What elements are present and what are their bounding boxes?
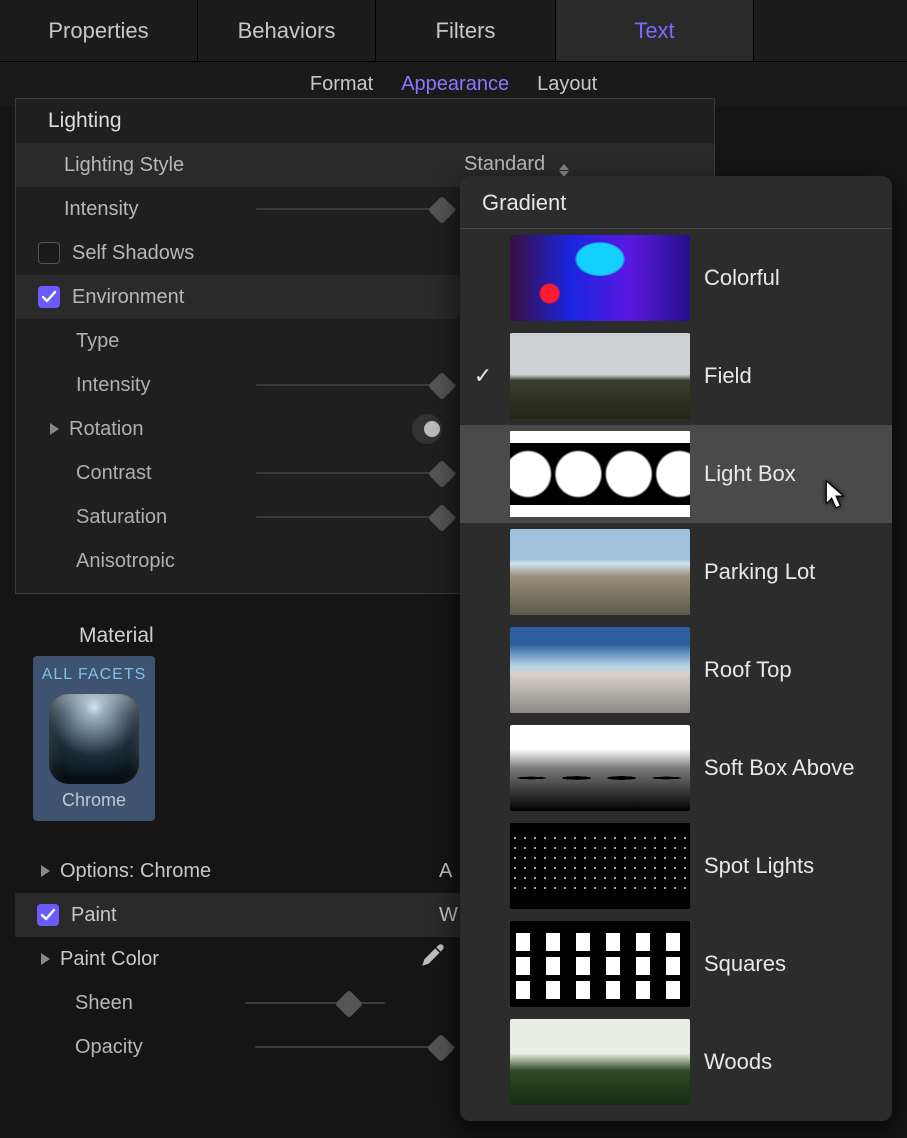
lighting-header: Lighting [16, 99, 714, 143]
env-thumbnail [510, 725, 690, 811]
disclosure-right-icon [41, 865, 50, 877]
top-tabs: Properties Behaviors Filters Text [0, 0, 907, 62]
env-intensity-slider[interactable] [256, 375, 456, 395]
paint-value: W [439, 904, 458, 927]
disclosure-right-icon [41, 953, 50, 965]
subtab-appearance[interactable]: Appearance [401, 73, 509, 96]
env-option-label: Parking Lot [704, 559, 872, 585]
env-thumbnail [510, 1019, 690, 1105]
env-thumbnail [510, 333, 690, 419]
all-facets-label: ALL FACETS [33, 662, 155, 690]
env-option-label: Woods [704, 1049, 872, 1075]
env-thumbnail [510, 921, 690, 1007]
popover-title: Gradient [460, 176, 892, 229]
popover-list: Colorful ✓ Field Light Box Parking Lot Roof T… [460, 229, 892, 1111]
env-option-spot-lights[interactable]: Spot Lights [460, 817, 892, 915]
env-thumbnail [510, 529, 690, 615]
env-option-soft-box-above[interactable]: Soft Box Above [460, 719, 892, 817]
environment-checkbox[interactable] [38, 286, 60, 308]
tab-text[interactable]: Text [556, 0, 754, 61]
material-thumbnail[interactable] [49, 694, 139, 784]
tab-properties[interactable]: Properties [0, 0, 198, 61]
env-thumbnail [510, 823, 690, 909]
env-option-label: Field [704, 363, 872, 389]
checkmark-icon: ✓ [470, 363, 496, 389]
options-value: A [439, 860, 452, 883]
subtab-layout[interactable]: Layout [537, 73, 597, 96]
facet-card[interactable]: ALL FACETS Chrome [33, 656, 155, 821]
env-thumbnail [510, 431, 690, 517]
lighting-style-value[interactable]: Standard [464, 153, 569, 177]
env-saturation-slider[interactable] [256, 507, 456, 527]
env-option-colorful[interactable]: Colorful [460, 229, 892, 327]
disclosure-right-icon [50, 423, 59, 435]
opacity-slider[interactable] [255, 1037, 455, 1057]
subtab-format[interactable]: Format [310, 73, 373, 96]
rotation-dial[interactable] [412, 414, 442, 444]
env-thumbnail [510, 235, 690, 321]
env-option-woods[interactable]: Woods [460, 1013, 892, 1111]
self-shadows-checkbox[interactable] [38, 242, 60, 264]
env-option-label: Squares [704, 951, 872, 977]
env-option-label: Soft Box Above [704, 755, 872, 781]
env-option-squares[interactable]: Squares [460, 915, 892, 1013]
intensity-slider[interactable] [256, 199, 456, 219]
eyedropper-icon[interactable] [419, 943, 445, 975]
sheen-slider[interactable] [245, 993, 385, 1013]
env-option-label: Light Box [704, 461, 872, 487]
env-thumbnail [510, 627, 690, 713]
material-preset-name: Chrome [33, 790, 155, 811]
env-option-label: Roof Top [704, 657, 872, 683]
env-contrast-slider[interactable] [256, 463, 456, 483]
paint-checkbox[interactable] [37, 904, 59, 926]
tab-behaviors[interactable]: Behaviors [198, 0, 376, 61]
tab-filters[interactable]: Filters [376, 0, 556, 61]
env-option-parking-lot[interactable]: Parking Lot [460, 523, 892, 621]
env-option-light-box[interactable]: Light Box [460, 425, 892, 523]
environment-type-popover[interactable]: Gradient Colorful ✓ Field Light Box Parking … [460, 176, 892, 1121]
env-option-label: Colorful [704, 265, 872, 291]
env-option-field[interactable]: ✓ Field [460, 327, 892, 425]
env-option-label: Spot Lights [704, 853, 872, 879]
env-option-roof-top[interactable]: Roof Top [460, 621, 892, 719]
